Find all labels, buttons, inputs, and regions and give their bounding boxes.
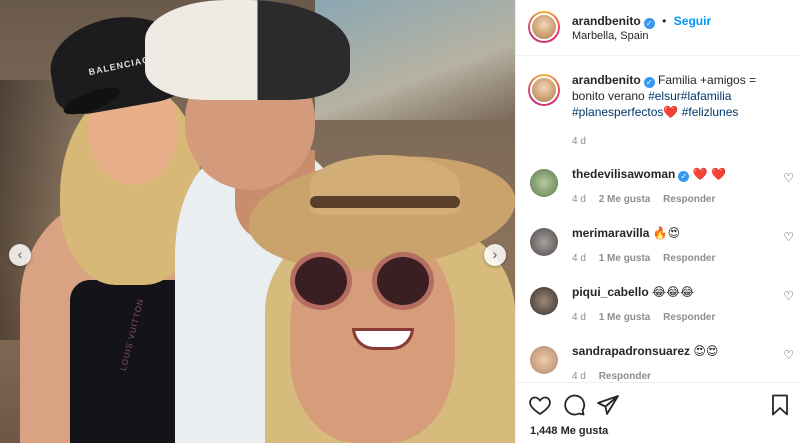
post-photo[interactable]: LOUIS VUITTON BALENCIAGA ‹ › [0, 0, 515, 443]
reply-button[interactable]: Responder [663, 312, 715, 323]
comment-body: ❤️ ❤️ [692, 167, 726, 181]
comment-body: 😍😍 [693, 344, 719, 358]
comment-time[interactable]: 4 d [572, 312, 586, 323]
comment-likes[interactable]: 1 Me gusta [599, 253, 651, 264]
avatar[interactable] [528, 11, 560, 43]
comment-username[interactable]: merimaravilla [572, 226, 649, 240]
comment-username[interactable]: piqui_cabello [572, 285, 649, 299]
comment-meta: 4 d 1 Me gusta Responder [572, 312, 725, 323]
sunglasses-lens-left [290, 252, 352, 310]
likes-count[interactable]: 1,448 Me gusta [530, 425, 608, 437]
comment-text: thedevilisawoman ✓ ❤️ ❤️ [572, 167, 726, 182]
comment-likes[interactable]: 1 Me gusta [599, 312, 651, 323]
post-sidebar: arandbenito ✓ • Seguir Marbella, Spain ar… [515, 0, 800, 443]
hat-band [310, 196, 460, 208]
hashtag[interactable]: #lafamilia [681, 89, 732, 103]
comment-username[interactable]: thedevilisawoman [572, 167, 675, 181]
list-item: thedevilisawoman ✓ ❤️ ❤️ 4 d 2 Me gusta R… [526, 167, 796, 217]
comment-time[interactable]: 4 d [572, 371, 586, 382]
sunglasses-lens-right [372, 252, 434, 310]
comment-meta: 4 d 1 Me gusta Responder [572, 253, 725, 264]
chevron-left-icon[interactable]: ‹ [9, 244, 31, 266]
comment-text: merimaravilla 🔥😍 [572, 226, 680, 240]
comment-time[interactable]: 4 d [572, 194, 586, 205]
action-bar: 1,448 Me gusta [516, 382, 800, 443]
comment-meta: 4 d Responder [572, 371, 661, 382]
comment-time[interactable]: 4 d [572, 253, 586, 264]
hashtag[interactable]: #planesperfectos [572, 105, 663, 119]
post-header: arandbenito ✓ • Seguir Marbella, Spain [516, 0, 800, 56]
hashtag[interactable]: #felizlunes [682, 105, 739, 119]
heart-icon[interactable]: ♡ [783, 348, 794, 362]
heart-icon[interactable]: ♡ [783, 230, 794, 244]
avatar[interactable] [530, 169, 558, 197]
comment-username[interactable]: sandrapadronsuarez [572, 344, 690, 358]
verified-icon: ✓ [678, 171, 690, 182]
list-item: merimaravilla 🔥😍 4 d 1 Me gusta Responde… [526, 226, 796, 276]
reply-button[interactable]: Responder [663, 253, 715, 264]
comment-body: 😂😂😂 [652, 285, 695, 299]
heart-icon[interactable] [528, 393, 552, 417]
verified-icon: ✓ [643, 18, 655, 29]
heart-icon[interactable]: ♡ [783, 171, 794, 185]
share-icon[interactable] [596, 393, 620, 417]
comment-meta: 4 d 2 Me gusta Responder [572, 194, 725, 205]
avatar[interactable] [530, 287, 558, 315]
heart-icon[interactable]: ♡ [783, 289, 794, 303]
comment-body: 🔥😍 [652, 226, 681, 240]
comment-likes[interactable]: 2 Me gusta [599, 194, 651, 205]
follow-button[interactable]: Seguir [674, 14, 711, 28]
username[interactable]: arandbenito [572, 14, 641, 28]
reply-button[interactable]: Responder [599, 371, 651, 382]
bookmark-icon[interactable] [768, 393, 792, 417]
list-item: piqui_cabello 😂😂😂 4 d 1 Me gusta Respond… [526, 285, 796, 335]
verified-icon: ✓ [643, 77, 655, 88]
comment-text: sandrapadronsuarez 😍😍 [572, 344, 718, 358]
avatar[interactable] [530, 346, 558, 374]
heart-emoji: ❤️ [663, 105, 679, 119]
comment-text: piqui_cabello 😂😂😂 [572, 285, 694, 299]
caption-time[interactable]: 4 d [572, 136, 586, 147]
separator-dot: • [662, 14, 667, 28]
header-user-row: arandbenito ✓ • Seguir [572, 12, 711, 30]
username[interactable]: arandbenito [572, 73, 641, 87]
reply-button[interactable]: Responder [663, 194, 715, 205]
avatar[interactable] [528, 74, 560, 106]
location[interactable]: Marbella, Spain [572, 30, 648, 42]
man-cap [145, 0, 350, 100]
chevron-right-icon[interactable]: › [484, 244, 506, 266]
avatar[interactable] [530, 228, 558, 256]
caption-text: arandbenito ✓ Familia +amigos = bonito ve… [572, 72, 787, 120]
hashtag[interactable]: #elsur [648, 89, 681, 103]
comment-icon[interactable] [562, 393, 586, 417]
